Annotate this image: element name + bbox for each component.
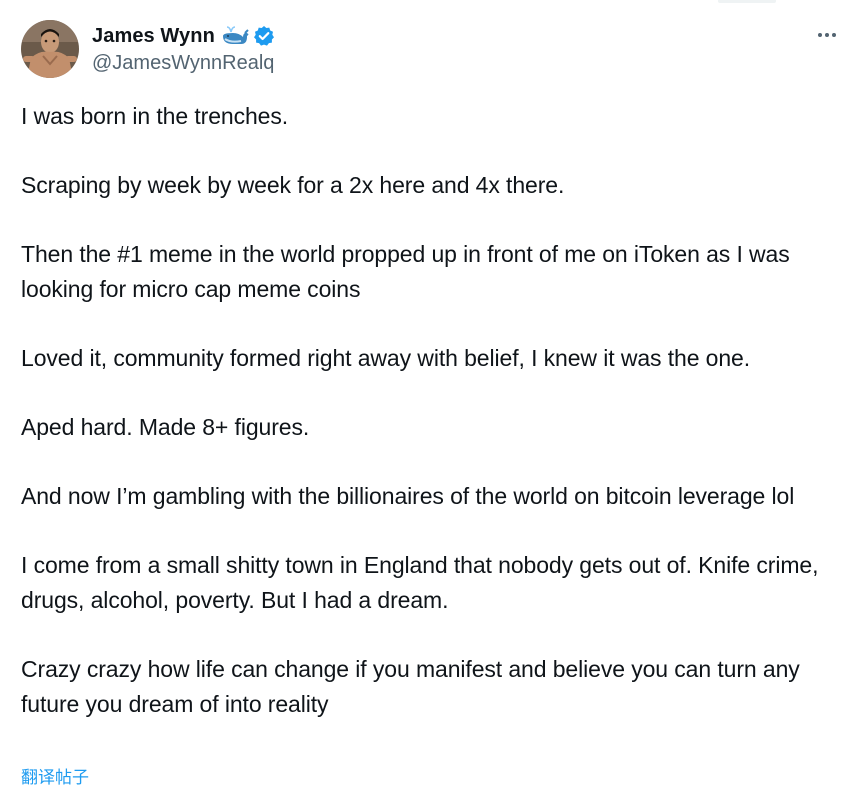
tweet-card: James Wynn @JamesWynnRealq I was born in…	[0, 0, 860, 802]
avatar[interactable]	[21, 20, 79, 78]
tweet-paragraph: Crazy crazy how life can change if you m…	[21, 656, 800, 717]
user-handle[interactable]: @JamesWynnRealq	[92, 52, 274, 75]
tweet-paragraph: Then the #1 meme in the world propped up…	[21, 241, 790, 302]
tweet-paragraph: Loved it, community formed right away wi…	[21, 345, 751, 371]
verified-badge-icon	[253, 25, 275, 47]
display-name[interactable]: James Wynn	[92, 25, 215, 48]
more-dot	[832, 33, 836, 37]
tweet-paragraph: And now I’m gambling with the billionair…	[21, 483, 795, 509]
more-dot	[825, 33, 829, 37]
more-options-icon[interactable]	[810, 22, 844, 48]
name-row: James Wynn	[92, 22, 275, 50]
more-dot	[818, 33, 822, 37]
tweet-paragraph: I was born in the trenches.	[21, 103, 289, 129]
tweet-paragraph: I come from a small shitty town in Engla…	[21, 552, 819, 613]
whale-emoji-icon	[221, 24, 249, 48]
translate-post-link[interactable]: 翻译帖子	[21, 763, 89, 788]
tweet-text: I was born in the trenches. Scraping by …	[21, 99, 851, 722]
top-scroll-indicator	[718, 0, 776, 3]
tweet-paragraph: Scraping by week by week for a 2x here a…	[21, 172, 565, 198]
tweet-paragraph: Aped hard. Made 8+ figures.	[21, 414, 310, 440]
